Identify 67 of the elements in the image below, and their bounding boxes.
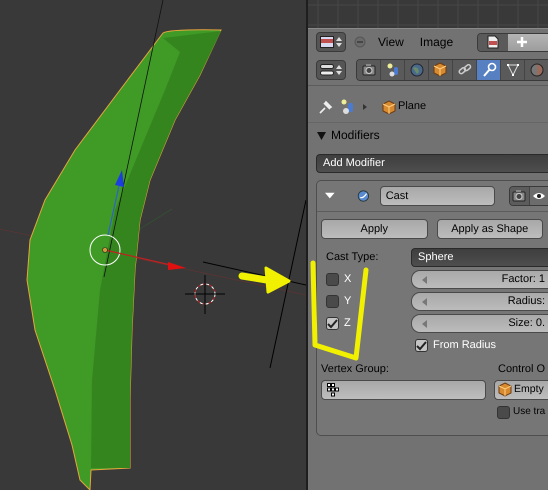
number-field[interactable]: Factor: 1 [411, 270, 548, 290]
field-label: Vertex Group: [321, 363, 390, 377]
field-label: Cast Type: [326, 251, 380, 264]
3d-cursor [184, 274, 226, 314]
field-label: Control O [498, 363, 546, 377]
globe-icon [408, 62, 424, 78]
cube-icon [382, 100, 396, 114]
cast-type-dropdown[interactable]: Sphere [411, 248, 548, 268]
image-browse-button[interactable] [478, 34, 508, 50]
menu-item[interactable]: Image [416, 34, 458, 50]
modifier-icon [356, 188, 370, 204]
render-toggle[interactable] [510, 187, 529, 206]
viewport-toggle[interactable] [528, 187, 548, 206]
image-icon [487, 35, 500, 49]
menu-item[interactable]: View [374, 34, 408, 50]
panel-title[interactable]: Modifiers [331, 128, 380, 142]
vertex-group-field[interactable] [321, 380, 486, 400]
checkbox-label: Z [344, 317, 351, 330]
checkbox[interactable] [326, 295, 339, 308]
eye-icon [532, 191, 546, 202]
collapse-icon[interactable] [354, 36, 366, 48]
number-field[interactable]: Radius: [411, 292, 548, 312]
apply-button[interactable]: Apply [321, 219, 428, 240]
checkbox[interactable] [497, 406, 510, 419]
cube-icon [432, 62, 448, 78]
checkbox-label: From Radius [433, 339, 496, 352]
properties-tab[interactable] [453, 60, 477, 80]
triangle-icon [504, 62, 520, 78]
object-name: Plane [398, 100, 426, 114]
sphere-icon [528, 62, 544, 78]
checkbox-label: Y [344, 295, 352, 308]
breadcrumb-arrow-icon [362, 103, 368, 111]
checkbox[interactable] [326, 317, 339, 330]
empty-object[interactable] [202, 200, 306, 368]
checkbox[interactable] [415, 339, 428, 352]
properties-tab[interactable] [357, 60, 381, 80]
layers-icon [384, 62, 400, 78]
editor-type-button[interactable] [316, 60, 346, 80]
number-field[interactable]: Size: 0. [411, 314, 548, 334]
camera-icon [511, 188, 528, 204]
add-modifier-dropdown[interactable]: Add Modifier [316, 154, 548, 174]
new-image-button[interactable] [508, 34, 548, 50]
properties-tab[interactable] [381, 60, 405, 80]
properties-tab[interactable] [477, 60, 501, 80]
plus-icon [516, 36, 528, 48]
checkbox-label: Use tra [513, 406, 546, 418]
vertex-group-icon [327, 382, 339, 397]
object-field[interactable]: Empty [494, 380, 548, 400]
expand-triangle-icon[interactable] [317, 130, 326, 140]
apply-button[interactable]: Apply as Shape [436, 219, 543, 240]
modifier-name-field[interactable]: Cast [380, 186, 495, 206]
collapse-triangle-icon[interactable] [325, 192, 335, 200]
properties-tab[interactable] [429, 60, 453, 80]
camera-icon [360, 62, 376, 78]
checkbox[interactable] [326, 273, 339, 286]
cube-icon [498, 382, 512, 398]
transform-gizmo[interactable] [90, 170, 186, 270]
image-editor-icon [320, 36, 334, 48]
checkbox-label: X [344, 273, 352, 286]
up-down-arrows-icon [336, 36, 342, 48]
properties-tab[interactable] [501, 60, 525, 80]
editor-type-button[interactable] [316, 32, 346, 52]
object-data-icon [340, 99, 356, 115]
properties-tab[interactable] [405, 60, 429, 80]
annotation-arrow [238, 266, 290, 294]
properties-editor-icon [320, 64, 334, 76]
up-down-arrows-icon [336, 64, 342, 76]
